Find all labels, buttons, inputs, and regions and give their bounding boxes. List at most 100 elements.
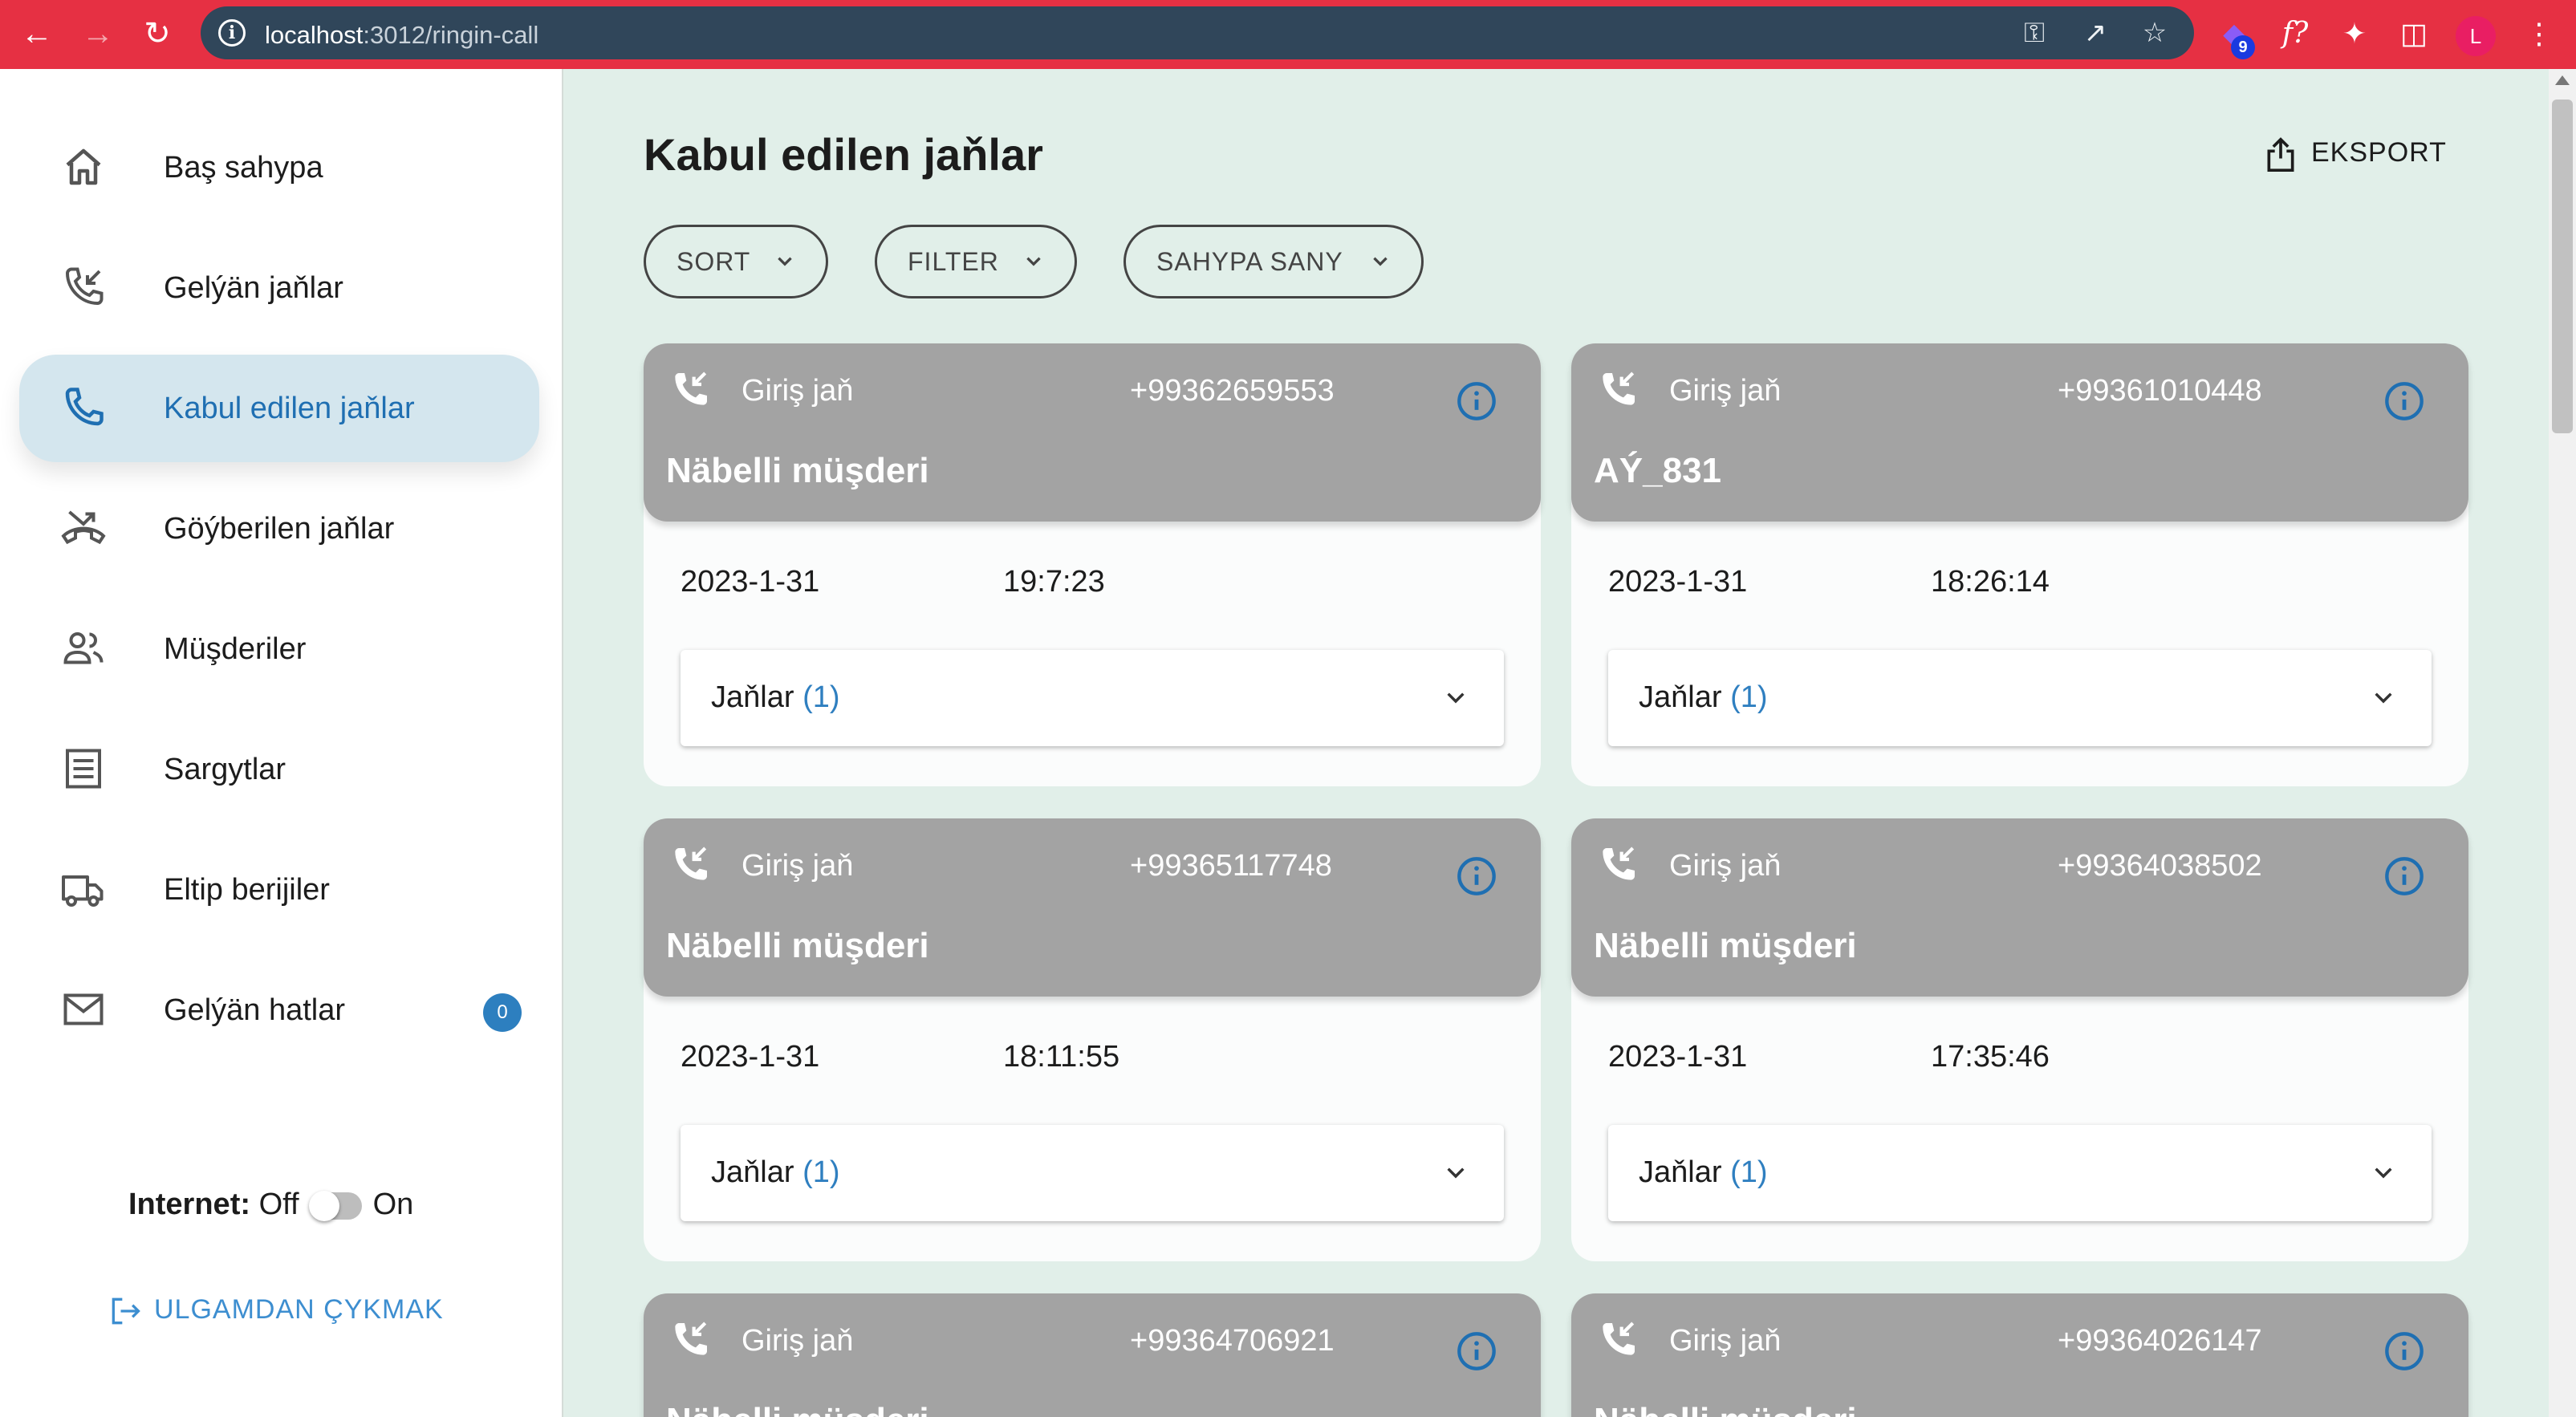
internet-toggle[interactable] — [308, 1190, 362, 1221]
bookmark-star-icon[interactable]: ☆ — [2136, 14, 2173, 51]
info-icon[interactable] — [1456, 1330, 1497, 1372]
call-card: Giriş jaň +99364026147 Näbelli müşderi — [1571, 1293, 2468, 1417]
page-size-chip[interactable]: SAHYPA SANY — [1123, 225, 1424, 298]
side-panel-icon[interactable]: ◫ — [2391, 11, 2436, 56]
export-label: EKSPORT — [2311, 136, 2447, 168]
address-bar[interactable]: i localhost:3012/ringin-call ⚿ ↗ ☆ — [201, 6, 2194, 59]
call-card-header: Giriş jaň +99362659553 Näbelli müşderi — [644, 343, 1541, 522]
scroll-up-icon[interactable] — [2555, 75, 2570, 85]
logout-button[interactable]: ULGAMDAN ÇYKMAK — [108, 1293, 444, 1329]
info-icon[interactable] — [1456, 380, 1497, 422]
sidebar-item-label: Kabul edilen jaňlar — [164, 392, 415, 425]
calls-accordion[interactable]: Jaňlar (1) — [681, 1125, 1504, 1221]
incoming-call-icon — [675, 847, 707, 880]
sidebar-item-couriers[interactable]: Eltip berijiler — [19, 836, 539, 944]
puzzle-icon[interactable]: ✦ — [2332, 11, 2377, 56]
accordion-label: Jaňlar (1) — [711, 1155, 840, 1189]
filter-chip[interactable]: FILTER — [875, 225, 1077, 298]
sort-label: SORT — [677, 247, 751, 276]
page-title: Kabul edilen jaňlar — [644, 129, 1043, 180]
call-card: Giriş jaň +99362659553 Näbelli müşderi 2… — [644, 343, 1541, 786]
internet-on-label: On — [372, 1188, 414, 1221]
reload-icon[interactable]: ↻ — [135, 11, 180, 56]
chevron-down-icon — [2375, 1167, 2392, 1179]
export-icon — [2267, 137, 2294, 172]
people-icon — [63, 632, 104, 664]
sidebar-item-label: Gelýän hatlar — [164, 993, 346, 1027]
chevron-down-icon — [1447, 692, 1465, 704]
call-time: 19:7:23 — [1003, 565, 1105, 599]
call-card-header: Giriş jaň +99365117748 Näbelli müşderi — [644, 818, 1541, 997]
customer-name: AÝ_831 — [1594, 451, 1722, 490]
incoming-call-icon — [675, 372, 707, 405]
sidebar-item-label: Gelýän jaňlar — [164, 271, 343, 305]
forward-icon[interactable]: → — [75, 11, 120, 56]
sidebar-item-label: Müşderiler — [164, 632, 307, 666]
back-icon[interactable]: ← — [14, 11, 59, 56]
extension-badge: 9 — [2231, 35, 2255, 59]
chevron-down-icon — [2375, 692, 2392, 704]
sidebar-item-label: Eltip berijiler — [164, 873, 330, 907]
call-card: Giriş jaň +99365117748 Näbelli müşderi 2… — [644, 818, 1541, 1261]
call-date: 2023-1-31 — [1608, 1040, 1748, 1074]
sidebar-item-orders[interactable]: Sargytlar — [19, 716, 539, 823]
missed-call-icon — [61, 510, 106, 545]
scrollbar-thumb[interactable] — [2552, 99, 2573, 433]
url-text[interactable]: localhost:3012/ringin-call — [265, 21, 538, 50]
info-icon[interactable] — [2383, 380, 2425, 422]
internet-off-label: Off — [258, 1188, 299, 1221]
call-card: Giriş jaň +99361010448 AÝ_831 2023-1-31 … — [1571, 343, 2468, 786]
call-time: 18:26:14 — [1931, 565, 2050, 599]
call-date: 2023-1-31 — [681, 1040, 820, 1074]
mail-icon — [63, 993, 104, 1025]
sidebar-item-missed-calls[interactable]: Göýberilen jaňlar — [19, 475, 539, 583]
calls-accordion[interactable]: Jaňlar (1) — [681, 650, 1504, 746]
call-type: Giriş jaň — [742, 849, 854, 883]
call-card: Giriş jaň +99364038502 Näbelli müşderi 2… — [1571, 818, 2468, 1261]
customer-name: Näbelli müşderi — [1594, 926, 1857, 965]
customer-name: Näbelli müşderi — [1594, 1401, 1857, 1417]
phone-number: +99364706921 — [1130, 1324, 1335, 1358]
sidebar-item-customers[interactable]: Müşderiler — [19, 595, 539, 703]
accordion-label: Jaňlar (1) — [1639, 680, 1768, 714]
phone-number: +99362659553 — [1130, 374, 1335, 408]
browser-toolbar: ← → ↻ i localhost:3012/ringin-call ⚿ ↗ ☆… — [0, 0, 2576, 69]
call-card-header: Giriş jaň +99361010448 AÝ_831 — [1571, 343, 2468, 522]
sidebar-item-home[interactable]: Baş sahypa — [19, 114, 539, 221]
calls-accordion[interactable]: Jaňlar (1) — [1608, 650, 2432, 746]
customer-name: Näbelli müşderi — [666, 451, 929, 490]
export-button[interactable]: EKSPORT — [2263, 135, 2447, 173]
sort-chip[interactable]: SORT — [644, 225, 828, 298]
truck-icon — [62, 875, 104, 907]
sidebar-item-label: Baş sahypa — [164, 151, 323, 185]
sidebar-item-incoming-calls[interactable]: Gelýän jaňlar — [19, 234, 539, 342]
font-extension-icon[interactable]: f? — [2273, 11, 2318, 56]
sidebar: Baş sahypa Gelýän jaňlar Kabul edilen ja… — [0, 69, 563, 1417]
home-icon — [66, 148, 101, 185]
key-icon[interactable]: ⚿ — [2016, 14, 2053, 51]
customer-name: Näbelli müşderi — [666, 926, 929, 965]
call-time: 17:35:46 — [1931, 1040, 2050, 1074]
incoming-call-icon — [1603, 847, 1635, 880]
chevron-down-icon — [1026, 257, 1041, 266]
menu-dots-icon[interactable]: ⋮ — [2517, 11, 2562, 56]
page-scrollbar[interactable] — [2549, 69, 2576, 1417]
info-icon[interactable] — [2383, 1330, 2425, 1372]
info-icon[interactable] — [1456, 855, 1497, 897]
calls-accordion[interactable]: Jaňlar (1) — [1608, 1125, 2432, 1221]
incoming-call-icon — [65, 267, 104, 306]
share-icon[interactable]: ↗ — [2077, 14, 2114, 51]
info-icon[interactable] — [2383, 855, 2425, 897]
call-card: Giriş jaň +99364706921 Näbelli müşderi — [644, 1293, 1541, 1417]
incoming-call-icon — [1603, 372, 1635, 405]
call-date: 2023-1-31 — [681, 565, 820, 599]
phone-number: +99361010448 — [2058, 374, 2262, 408]
sidebar-item-accepted-calls[interactable]: Kabul edilen jaňlar — [19, 355, 539, 462]
site-info-icon[interactable]: i — [218, 19, 246, 47]
sidebar-item-label: Sargytlar — [164, 753, 286, 786]
accordion-label: Jaňlar (1) — [1639, 1155, 1768, 1189]
call-time: 18:11:55 — [1003, 1040, 1120, 1074]
chevron-down-icon — [1447, 1167, 1465, 1179]
sidebar-item-messages[interactable]: Gelýän hatlar 0 — [19, 956, 539, 1064]
profile-avatar[interactable]: L — [2456, 16, 2496, 56]
